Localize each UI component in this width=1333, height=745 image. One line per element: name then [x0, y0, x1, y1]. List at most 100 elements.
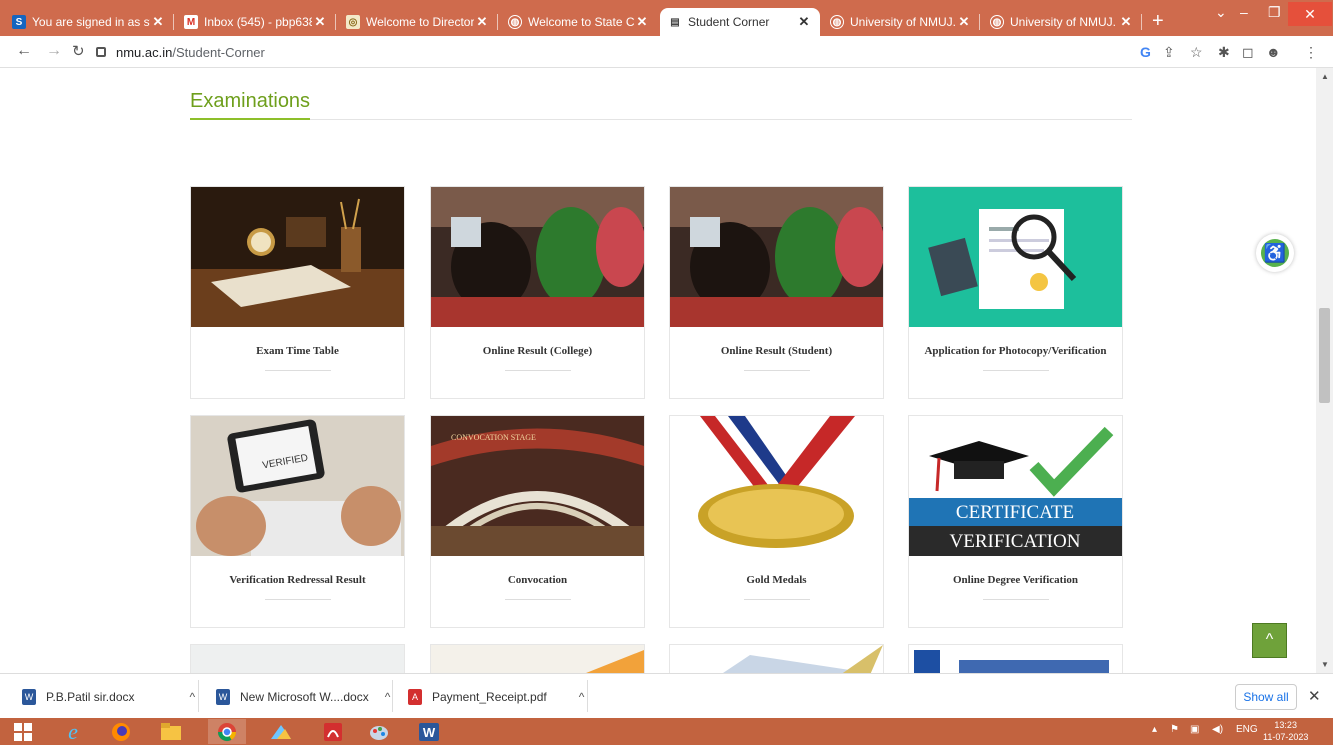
close-tab-icon[interactable]: ✕ — [312, 14, 328, 30]
side-panel-icon[interactable]: ◻ — [1242, 44, 1254, 61]
card-partial-3[interactable] — [669, 644, 884, 673]
network-icon[interactable]: ▣ — [1190, 724, 1199, 735]
clock[interactable]: 13:23 11-07-2023 — [1263, 719, 1308, 743]
back-icon[interactable]: ← — [16, 42, 32, 60]
close-tab-icon[interactable]: ✕ — [1118, 14, 1134, 30]
card-label: Verification Redressal Result — [229, 574, 366, 586]
profile-avatar-icon[interactable]: ☻ — [1266, 44, 1281, 60]
tab-nmuj-1[interactable]: ◍ University of NMUJ. ✕ — [822, 8, 980, 36]
menu-icon[interactable]: ⋮ — [1304, 44, 1318, 61]
file-explorer-icon[interactable] — [152, 719, 190, 744]
close-tab-icon[interactable]: ✕ — [474, 14, 490, 30]
close-tab-icon[interactable]: ✕ — [796, 14, 812, 30]
card-partial-1[interactable] — [190, 644, 405, 673]
gold-medals-image — [670, 416, 883, 556]
online-result-college-image — [431, 187, 644, 327]
minimize-icon[interactable]: – — [1240, 4, 1248, 20]
scroll-up-icon[interactable]: ▲ — [1321, 72, 1329, 81]
new-tab-button[interactable]: + — [1152, 10, 1164, 33]
card-verification-redressal[interactable]: VERIFIED Verification Redressal Result — [190, 415, 405, 628]
url-host: nmu.ac.in — [116, 44, 173, 60]
chevron-up-icon[interactable]: ^ — [579, 690, 585, 704]
forward-icon[interactable]: → — [46, 42, 62, 60]
app-folder-icon[interactable] — [262, 719, 300, 744]
accessibility-button[interactable]: ♿ — [1256, 234, 1294, 272]
firefox-icon[interactable] — [102, 719, 140, 744]
chevron-up-icon[interactable]: ^ — [385, 690, 391, 704]
show-all-button[interactable]: Show all — [1235, 684, 1297, 710]
browser-toolbar: ← → ↻ nmu.ac.in /Student-Corner G ⇪ ☆ ✱ … — [0, 36, 1333, 68]
close-tab-icon[interactable]: ✕ — [956, 14, 972, 30]
download-item-2[interactable]: W New Microsoft W....docx ^ — [216, 682, 390, 712]
scroll-thumb[interactable] — [1319, 308, 1330, 403]
card-degree-verification[interactable]: CERTIFICATE VERIFICATION Online Degree V… — [908, 415, 1123, 628]
card-online-result-college[interactable]: Online Result (College) — [430, 186, 645, 399]
card-label: Convocation — [507, 574, 568, 586]
globe-icon: ◍ — [830, 15, 844, 29]
card-photocopy-verification[interactable]: Application for Photocopy/Verification — [908, 186, 1123, 399]
close-download-bar-icon[interactable]: ✕ — [1308, 687, 1321, 705]
bookmark-star-icon[interactable]: ☆ — [1190, 44, 1203, 61]
card-convocation[interactable]: CONVOCATION STAGE Convocation — [430, 415, 645, 628]
start-icon[interactable] — [4, 719, 42, 744]
word-app-icon[interactable]: W — [410, 719, 448, 744]
scroll-to-top-button[interactable]: ^ — [1252, 623, 1287, 658]
word-icon: W — [22, 689, 36, 705]
download-item-3[interactable]: A Payment_Receipt.pdf ^ — [408, 682, 584, 712]
divider — [190, 119, 1132, 120]
window-close-button[interactable]: ✕ — [1288, 2, 1332, 26]
flag-icon[interactable]: ⚑ — [1170, 724, 1179, 735]
card-online-result-student[interactable]: Online Result (Student) — [669, 186, 884, 399]
scroll-down-icon[interactable]: ▼ — [1321, 660, 1329, 669]
clock-time: 13:23 — [1274, 720, 1297, 730]
share-icon[interactable]: ⇪ — [1163, 44, 1175, 61]
page-icon: ▤ — [670, 16, 680, 28]
tab-state-comm[interactable]: ◍ Welcome to State Comm ✕ — [500, 8, 658, 36]
restore-icon[interactable]: ❐ — [1268, 4, 1281, 21]
clock-date: 11-07-2023 — [1263, 732, 1309, 742]
tray-expand-icon[interactable]: ▴ — [1152, 724, 1157, 735]
tab-nmuj-2[interactable]: ◍ University of NMUJ. ✕ — [982, 8, 1142, 36]
emblem-icon: ◎ — [346, 15, 360, 29]
gmail-icon: M — [184, 15, 198, 29]
card-gold-medals[interactable]: Gold Medals — [669, 415, 884, 628]
tab-inbox[interactable]: M Inbox (545) - pbp6388@ ✕ — [176, 8, 336, 36]
reload-icon[interactable]: ↻ — [72, 42, 85, 60]
section-title: Examinations — [190, 90, 311, 112]
degree-verification-image: CERTIFICATE VERIFICATION — [909, 416, 1122, 556]
globe-icon: ◍ — [990, 15, 1004, 29]
language-indicator[interactable]: ENG — [1236, 724, 1258, 735]
download-item-1[interactable]: W P.B.Patil sir.docx ^ — [22, 682, 195, 712]
chevron-up-icon[interactable]: ^ — [190, 690, 196, 704]
tab-student-corner[interactable]: ▤ Student Corner ✕ — [660, 8, 820, 36]
pdf-icon: A — [408, 689, 422, 705]
extensions-icon[interactable]: ✱ — [1218, 44, 1230, 61]
svg-text:VERIFICATION: VERIFICATION — [950, 531, 1081, 552]
address-bar[interactable]: nmu.ac.in /Student-Corner — [96, 40, 1126, 64]
globe-icon: ◍ — [508, 15, 522, 29]
card-label: Exam Time Table — [256, 345, 339, 357]
scrollbar[interactable]: ▲ ▼ — [1316, 68, 1333, 673]
internet-explorer-icon[interactable]: e — [54, 719, 92, 744]
s-icon: S — [12, 15, 26, 29]
card-label: Online Degree Verification — [952, 574, 1079, 586]
tab-directorate[interactable]: ◎ Welcome to Directorate ✕ — [338, 8, 498, 36]
close-tab-icon[interactable]: ✕ — [150, 14, 166, 30]
tab-signed-in[interactable]: S You are signed in as staff ✕ — [4, 8, 174, 36]
title-underline — [190, 118, 310, 120]
paint-icon[interactable] — [360, 719, 398, 744]
card-partial-2[interactable] — [430, 644, 645, 673]
svg-text:W: W — [423, 725, 436, 740]
acrobat-icon[interactable] — [314, 719, 352, 744]
google-translate-icon[interactable]: G — [1140, 44, 1151, 60]
tab-search-icon[interactable]: ⌄ — [1215, 4, 1227, 21]
close-tab-icon[interactable]: ✕ — [634, 14, 650, 30]
card-exam-time-table[interactable]: Exam Time Table — [190, 186, 405, 399]
tab-strip: S You are signed in as staff ✕ M Inbox (… — [0, 0, 1333, 36]
volume-icon[interactable]: ◀) — [1212, 724, 1223, 735]
card-partial-4[interactable] — [908, 644, 1123, 673]
chrome-icon[interactable] — [208, 719, 246, 744]
word-icon: W — [216, 689, 230, 705]
download-bar: W P.B.Patil sir.docx ^ W New Microsoft W… — [0, 673, 1333, 718]
windows-taskbar: e W ▴ ⚑ ▣ ◀) ENG 13:23 11-07-2023 — [0, 718, 1333, 745]
